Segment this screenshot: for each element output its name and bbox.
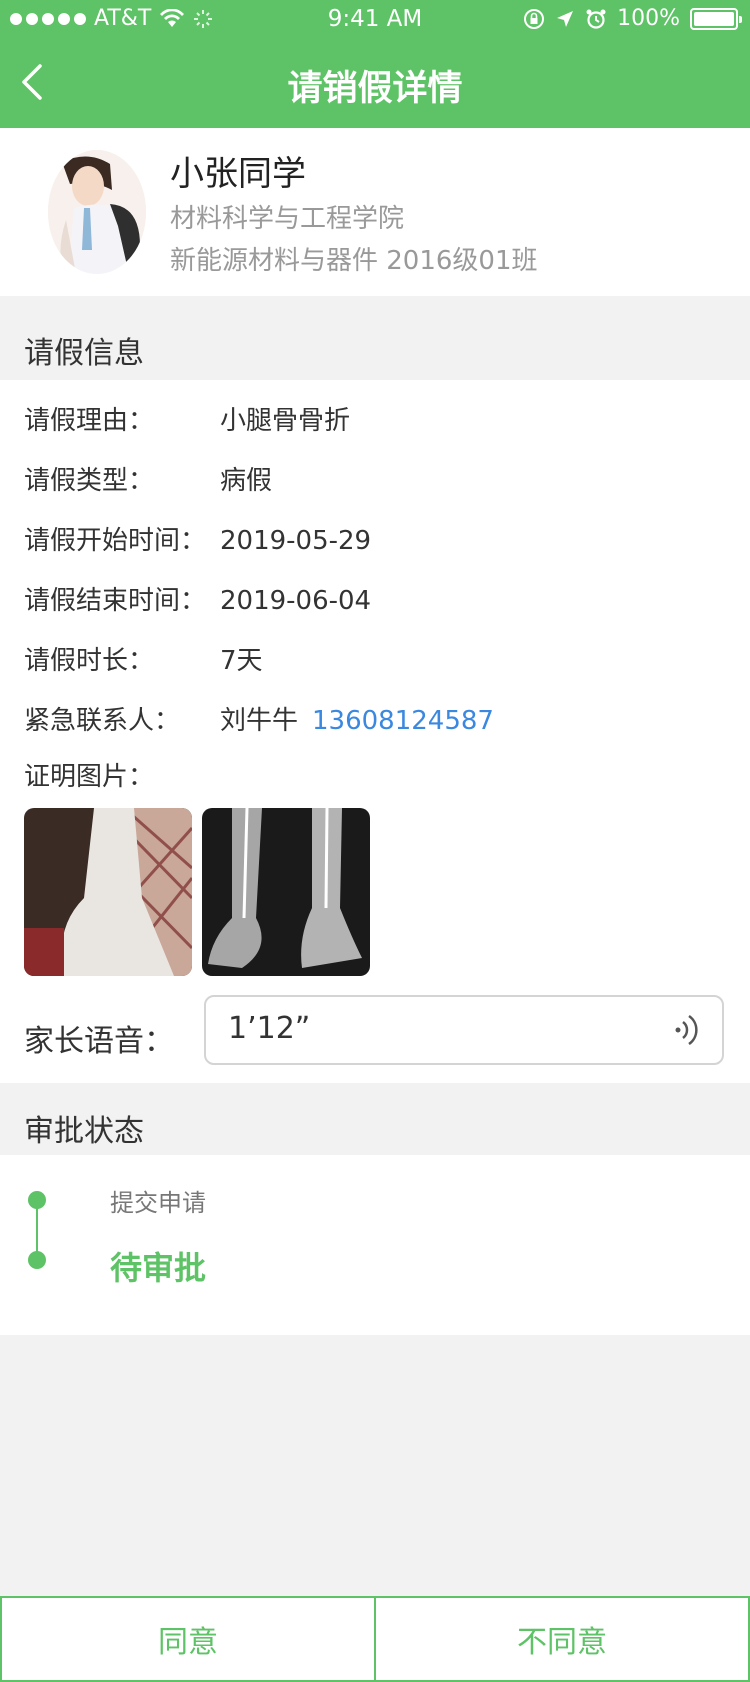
alarm-icon: [586, 9, 606, 29]
location-arrow-icon: [557, 10, 574, 27]
parent-voice-label: 家长语音：: [24, 1024, 174, 1059]
end-time-label: 请假结束时间：: [24, 586, 207, 616]
end-time-row: 请假结束时间： 2019-06-04: [24, 580, 371, 617]
step-submitted: 提交申请: [110, 1189, 206, 1217]
type-value: 病假: [220, 466, 273, 496]
proof-photo-xray[interactable]: [202, 808, 370, 976]
battery-percent: 100%: [617, 6, 680, 31]
reason-label: 请假理由：: [24, 406, 155, 436]
proof-photo-cast[interactable]: [24, 808, 192, 976]
approval-timeline: 提交申请 待审批: [0, 1155, 750, 1335]
reason-row: 请假理由： 小腿骨骨折: [24, 400, 350, 437]
type-row: 请假类型： 病假: [24, 460, 272, 497]
emergency-contact-row: 紧急联系人： 刘牛牛 13608124587: [24, 700, 494, 737]
photos-label: 证明图片：: [24, 762, 155, 792]
duration-row: 请假时长： 7天: [24, 640, 263, 677]
action-bar: 同意 不同意: [0, 1596, 750, 1682]
student-name: 小张同学: [170, 154, 306, 194]
disagree-button[interactable]: 不同意: [374, 1598, 748, 1680]
contact-label: 紧急联系人：: [24, 706, 181, 736]
status-right: 100%: [523, 6, 742, 31]
agree-button[interactable]: 同意: [2, 1598, 374, 1680]
student-class: 新能源材料与器件 2016级01班: [170, 246, 538, 276]
step-pending: 待审批: [110, 1249, 207, 1287]
start-time-value: 2019-05-29: [220, 526, 372, 556]
approval-status-heading: 审批状态: [24, 1114, 144, 1149]
page-title: 请销假详情: [287, 69, 463, 109]
timeline-dot-submitted: [28, 1191, 46, 1209]
student-college: 材料科学与工程学院: [170, 204, 405, 234]
rotation-lock-icon: [524, 8, 545, 29]
contact-phone-link[interactable]: 13608124587: [312, 706, 494, 736]
voice-duration: 1’12”: [228, 1011, 311, 1046]
contact-name: 刘牛牛: [220, 706, 299, 736]
avatar: [48, 150, 146, 274]
leave-info-card: 请假理由： 小腿骨骨折 请假类型： 病假 请假开始时间： 2019-05-29 请假结…: [0, 380, 750, 1083]
duration-label: 请假时长：: [24, 646, 155, 676]
end-time-value: 2019-06-04: [220, 586, 372, 616]
voice-wave-icon: [675, 1014, 698, 1046]
reason-value: 小腿骨骨折: [220, 406, 351, 436]
timeline-dot-pending: [28, 1251, 46, 1269]
parent-voice-player[interactable]: 1’12”: [204, 995, 724, 1065]
header: AT&T 9:41 AM 100% 请销假详情: [0, 0, 750, 128]
leave-info-heading: 请假信息: [24, 336, 144, 371]
start-time-label: 请假开始时间：: [24, 526, 207, 556]
duration-value: 7天: [220, 646, 263, 676]
type-label: 请假类型：: [24, 466, 155, 496]
start-time-row: 请假开始时间： 2019-05-29: [24, 520, 371, 557]
photos-row: 证明图片：: [24, 756, 220, 793]
status-bar: AT&T 9:41 AM 100%: [0, 0, 750, 40]
battery-icon: [690, 7, 742, 30]
student-profile-card: 小张同学 材料科学与工程学院 新能源材料与器件 2016级01班: [0, 128, 750, 296]
